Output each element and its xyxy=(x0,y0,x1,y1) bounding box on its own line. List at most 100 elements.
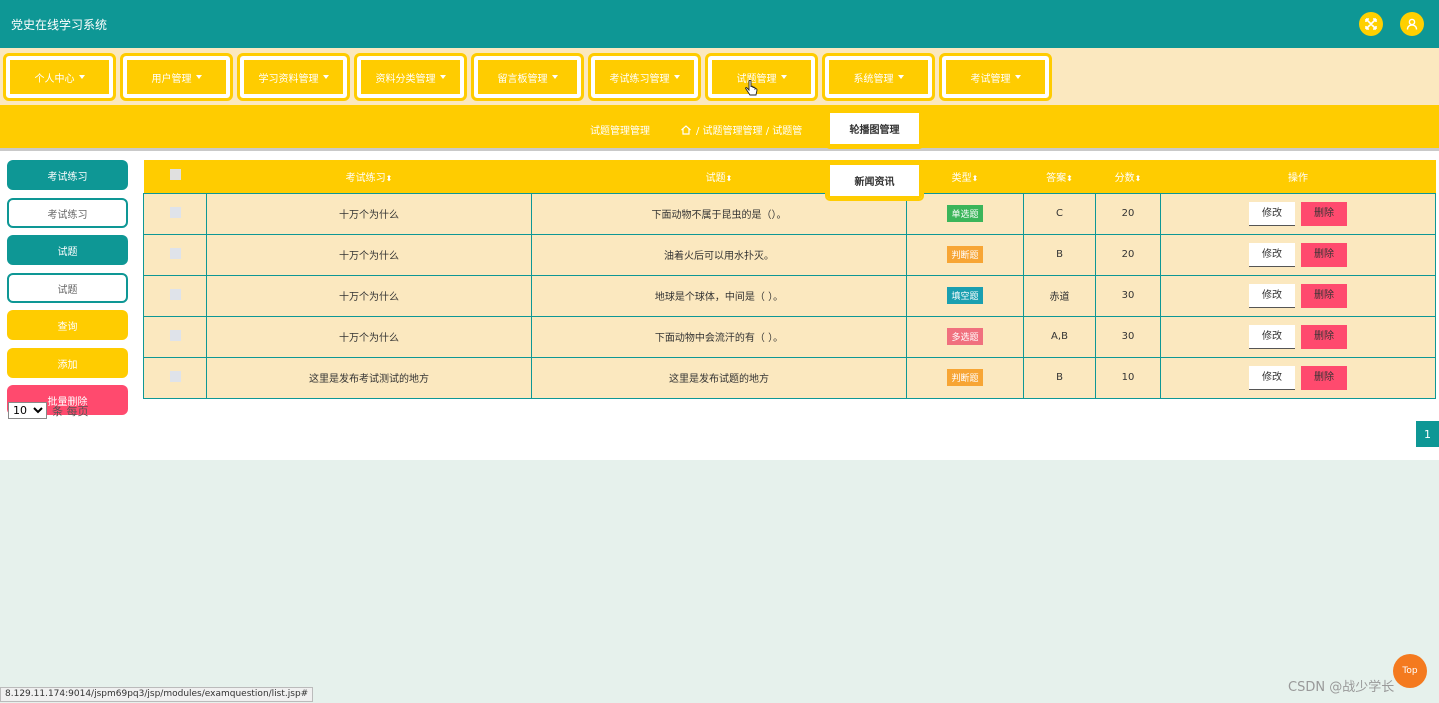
delete-button[interactable]: 删除 xyxy=(1301,242,1347,267)
header-score[interactable]: 分数⬍ xyxy=(1095,160,1161,193)
cell-answer: C xyxy=(1023,192,1096,235)
home-icon[interactable] xyxy=(680,124,692,136)
cell-exam: 这里是发布考试测试的地方 xyxy=(206,356,532,399)
delete-button[interactable]: 删除 xyxy=(1301,324,1347,349)
question-label: 试题 xyxy=(7,235,128,265)
table-row: 十万个为什么 油着火后可以用水扑灭。 判断题 B 20 修改 删除 xyxy=(143,233,1436,276)
cell-actions: 修改 删除 xyxy=(1160,233,1436,276)
type-badge: 判断题 xyxy=(947,246,983,263)
nav-label: 资料分类管理 xyxy=(375,73,436,85)
cell-question: 地球是个球体，中间是（ ）。 xyxy=(531,274,907,317)
per-page-select[interactable]: 10 xyxy=(8,402,47,419)
breadcrumb: / 试题管理管理 / 试题管 xyxy=(680,122,802,137)
user-avatar-icon[interactable] xyxy=(1400,12,1424,36)
header-label: 考试练习 xyxy=(345,172,386,184)
cell-exam: 十万个为什么 xyxy=(206,274,532,317)
sort-icon[interactable]: ⬍ xyxy=(1135,174,1142,183)
nav-label: 留言板管理 xyxy=(497,73,548,85)
row-select[interactable] xyxy=(143,274,207,317)
row-checkbox[interactable] xyxy=(169,288,181,300)
dropdown-item-news[interactable]: 新闻资讯 xyxy=(825,160,924,201)
table-row: 十万个为什么 下面动物中会流汗的有（ ）。 多选题 A,B 30 修改 删除 xyxy=(143,315,1436,358)
row-select[interactable] xyxy=(143,356,207,399)
sort-icon[interactable]: ⬍ xyxy=(726,174,733,183)
type-badge: 判断题 xyxy=(947,369,983,386)
caret-down-icon xyxy=(322,75,329,79)
nav-question-management[interactable]: 试题管理 xyxy=(705,53,818,101)
header-label: 类型 xyxy=(951,172,972,184)
type-badge: 多选题 xyxy=(947,328,983,345)
select-all-checkbox[interactable] xyxy=(169,169,181,181)
table-header-row: 考试练习⬍ 试题⬍ 类型⬍ 答案⬍ 分数⬍ 操作 xyxy=(143,160,1436,193)
dropdown-item-carousel[interactable]: 轮播图管理 xyxy=(825,108,924,149)
nav-exam-practice[interactable]: 考试练习管理 xyxy=(588,53,701,101)
back-to-top-button[interactable]: Top xyxy=(1393,654,1427,688)
row-select[interactable] xyxy=(143,192,207,235)
row-checkbox[interactable] xyxy=(169,370,181,382)
cell-answer: 赤道 xyxy=(1023,274,1096,317)
row-checkbox[interactable] xyxy=(169,247,181,259)
nav-label: 个人中心 xyxy=(34,73,75,85)
nav-study-material[interactable]: 学习资料管理 xyxy=(237,53,350,101)
caret-down-icon xyxy=(439,75,446,79)
nav-system-management[interactable]: 系统管理 xyxy=(822,53,935,101)
search-button[interactable]: 查询 xyxy=(7,310,128,340)
status-bar-url: 8.129.11.174:9014/jspm69pq3/jsp/modules/… xyxy=(0,687,314,702)
sort-icon[interactable]: ⬍ xyxy=(972,174,979,183)
cell-actions: 修改 删除 xyxy=(1160,315,1436,358)
nav-label: 考试练习管理 xyxy=(609,73,670,85)
row-select[interactable] xyxy=(143,233,207,276)
header-label: 试题 xyxy=(705,172,726,184)
delete-button[interactable]: 删除 xyxy=(1301,201,1347,226)
nav-label: 学习资料管理 xyxy=(258,73,319,85)
caret-down-icon xyxy=(780,75,787,79)
cell-exam: 十万个为什么 xyxy=(206,233,532,276)
cell-actions: 修改 删除 xyxy=(1160,356,1436,399)
edit-button[interactable]: 修改 xyxy=(1249,324,1295,349)
header-type[interactable]: 类型⬍ xyxy=(906,160,1024,193)
fullscreen-icon[interactable] xyxy=(1359,12,1383,36)
exam-practice-input[interactable]: 考试练习 xyxy=(7,198,128,228)
breadcrumb-path[interactable]: / 试题管理管理 / 试题管 xyxy=(696,122,802,137)
per-page-label: 条 每页 xyxy=(52,405,89,418)
edit-button[interactable]: 修改 xyxy=(1249,283,1295,308)
edit-button[interactable]: 修改 xyxy=(1249,365,1295,390)
nav-material-category[interactable]: 资料分类管理 xyxy=(354,53,467,101)
hand-cursor-icon xyxy=(745,80,758,96)
caret-down-icon xyxy=(673,75,680,79)
row-select[interactable] xyxy=(143,315,207,358)
table-row: 十万个为什么 下面动物不属于昆虫的是（）。 单选题 C 20 修改 删除 xyxy=(143,192,1436,235)
header-answer[interactable]: 答案⬍ xyxy=(1023,160,1096,193)
row-checkbox[interactable] xyxy=(169,206,181,218)
cell-type: 多选题 xyxy=(906,315,1024,358)
nav-message-board[interactable]: 留言板管理 xyxy=(471,53,584,101)
table-row: 这里是发布考试测试的地方 这里是发布试题的地方 判断题 B 10 修改 删除 xyxy=(143,356,1436,399)
app-title: 党史在线学习系统 xyxy=(11,18,108,32)
header-select-all[interactable] xyxy=(143,160,207,193)
delete-button[interactable]: 删除 xyxy=(1301,365,1347,390)
cell-question: 油着火后可以用水扑灭。 xyxy=(531,233,907,276)
main-nav: 个人中心 用户管理 学习资料管理 资料分类管理 留言板管理 考试练习管理 试题管… xyxy=(0,48,1439,105)
nav-personal-center[interactable]: 个人中心 xyxy=(3,53,116,101)
sort-icon[interactable]: ⬍ xyxy=(386,174,393,183)
cell-score: 10 xyxy=(1095,356,1161,399)
nav-user-management[interactable]: 用户管理 xyxy=(120,53,233,101)
breadcrumb-bar: 试题管理管理 / 试题管理管理 / 试题管 xyxy=(0,105,1439,151)
delete-button[interactable]: 删除 xyxy=(1301,283,1347,308)
question-input[interactable]: 试题 xyxy=(7,273,128,303)
cell-score: 30 xyxy=(1095,315,1161,358)
page-title: 试题管理管理 xyxy=(590,126,650,137)
cell-answer: B xyxy=(1023,356,1096,399)
row-checkbox[interactable] xyxy=(169,329,181,341)
edit-button[interactable]: 修改 xyxy=(1249,201,1295,226)
header-exam[interactable]: 考试练习⬍ xyxy=(206,160,532,193)
pagination-page[interactable]: 1 xyxy=(1416,421,1439,447)
nav-exam-management[interactable]: 考试管理 xyxy=(939,53,1052,101)
add-button[interactable]: 添加 xyxy=(7,348,128,378)
cell-answer: A,B xyxy=(1023,315,1096,358)
cell-question: 这里是发布试题的地方 xyxy=(531,356,907,399)
sort-icon[interactable]: ⬍ xyxy=(1066,174,1073,183)
caret-down-icon xyxy=(1014,75,1021,79)
header-actions: 操作 xyxy=(1160,160,1436,193)
edit-button[interactable]: 修改 xyxy=(1249,242,1295,267)
